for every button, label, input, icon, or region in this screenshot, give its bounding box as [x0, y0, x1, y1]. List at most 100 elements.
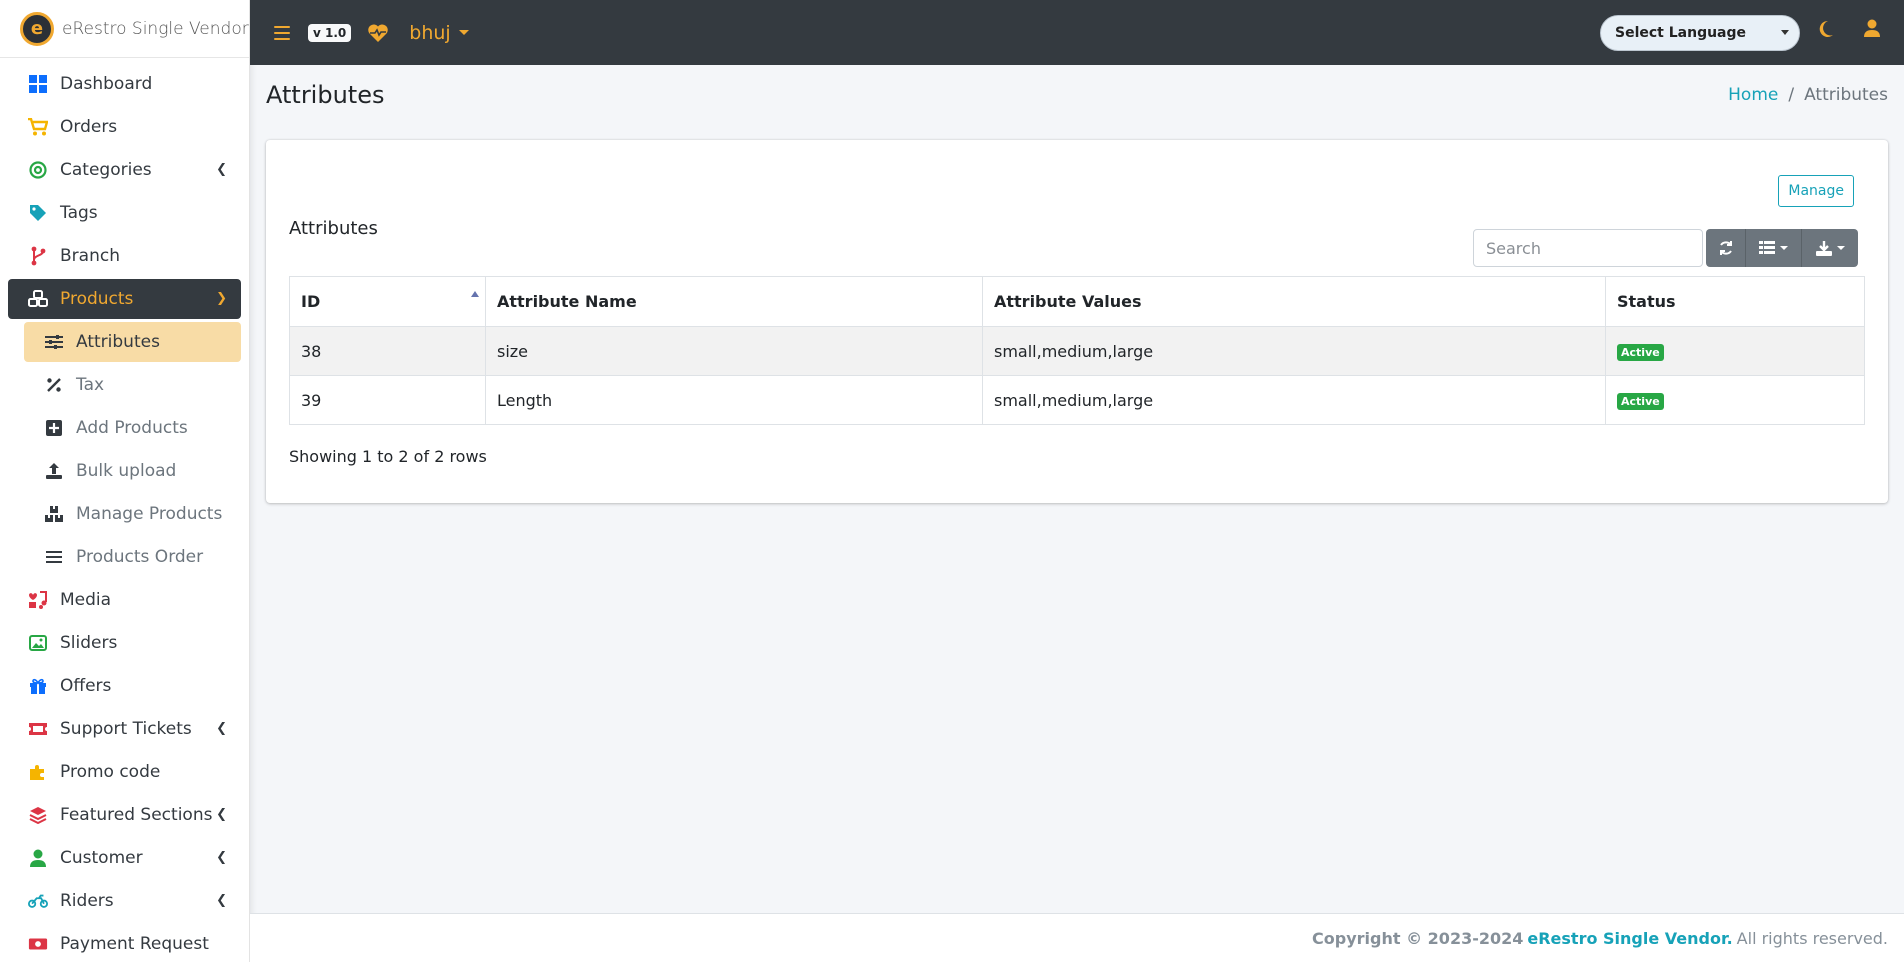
footer-copyright: Copyright © 2023-2024 — [1312, 928, 1524, 948]
sidebar-subitem-label: Bulk upload — [76, 461, 177, 481]
media-icon — [28, 590, 48, 610]
brand-logo: e — [20, 11, 54, 46]
breadcrumb: Home / Attributes — [1728, 85, 1888, 105]
cell-status: Active — [1605, 326, 1865, 376]
upload-icon — [44, 461, 64, 481]
column-header-attribute-values[interactable]: Attribute Values — [982, 276, 1606, 327]
sidebar-item-label: Payment Request — [60, 934, 209, 954]
sidebar-item-label: Customer — [60, 848, 143, 868]
page-header: Attributes Home / Attributes — [250, 65, 1904, 125]
plus-square-icon — [44, 418, 64, 438]
download-icon — [1815, 241, 1832, 256]
manage-button[interactable]: Manage — [1778, 175, 1854, 207]
column-header-label: Status — [1617, 292, 1676, 311]
breadcrumb-separator: / — [1788, 85, 1795, 105]
refresh-button[interactable] — [1706, 229, 1746, 267]
dashboard-icon — [28, 74, 48, 94]
sidebar-subitem-products-order[interactable]: Products Order — [24, 537, 241, 577]
heartbeat-icon[interactable] — [367, 23, 389, 43]
sidebar-item-orders[interactable]: Orders — [8, 107, 241, 147]
sidebar-item-tags[interactable]: Tags — [8, 193, 241, 233]
sidebar-item-sliders[interactable]: Sliders — [8, 623, 241, 663]
sidebar-item-featured-sections[interactable]: Featured Sections ❮ — [8, 795, 241, 835]
export-button[interactable] — [1802, 229, 1858, 267]
sidebar-item-label: Promo code — [60, 762, 161, 782]
percent-icon — [44, 375, 64, 395]
refresh-icon — [1719, 241, 1732, 255]
sort-asc-icon — [471, 291, 479, 297]
sidebar-item-payment-request[interactable]: Payment Request — [8, 924, 241, 962]
breadcrumb-home-link[interactable]: Home — [1728, 85, 1778, 105]
card-title: Attributes — [289, 218, 378, 239]
sidebar-item-label: Featured Sections — [60, 805, 213, 825]
table-row[interactable]: 38 size small,medium,large Active — [289, 326, 1865, 376]
sidebar-item-products[interactable]: Products ❯ — [8, 279, 241, 319]
language-select-label: Select Language — [1615, 25, 1747, 41]
column-header-status[interactable]: Status — [1605, 276, 1865, 327]
user-profile-icon[interactable] — [1864, 19, 1880, 41]
cell-attribute-name: size — [485, 326, 983, 376]
sidebar-subitem-label: Products Order — [76, 547, 204, 567]
sidebar-subitem-label: Tax — [76, 375, 105, 395]
sidebar-item-riders[interactable]: Riders ❮ — [8, 881, 241, 921]
caret-down-icon — [1780, 246, 1788, 250]
footer: Copyright © 2023-2024 eRestro Single Ven… — [250, 913, 1904, 962]
breadcrumb-current: Attributes — [1804, 85, 1888, 105]
sidebar-item-promo-code[interactable]: Promo code — [8, 752, 241, 792]
money-icon — [28, 934, 48, 954]
language-select[interactable]: Select Language — [1600, 15, 1800, 51]
sidebar-item-label: Dashboard — [60, 74, 153, 94]
sidebar-subitem-label: Add Products — [76, 418, 188, 438]
column-header-label: ID — [301, 292, 321, 311]
image-icon — [28, 633, 48, 653]
hamburger-menu-icon[interactable] — [274, 25, 290, 40]
sidebar-subitem-tax[interactable]: Tax — [24, 365, 241, 405]
bullseye-icon — [28, 160, 48, 180]
sidebar-item-label: Media — [60, 590, 112, 610]
caret-down-icon — [1836, 246, 1845, 250]
column-header-label: Attribute Name — [497, 292, 637, 311]
column-header-attribute-name[interactable]: Attribute Name — [485, 276, 983, 327]
table-row[interactable]: 39 Length small,medium,large Active — [289, 375, 1865, 425]
sidebar-item-media[interactable]: Media — [8, 580, 241, 620]
cell-id: 39 — [289, 375, 486, 425]
footer-brand-link[interactable]: eRestro Single Vendor. — [1527, 929, 1732, 948]
footer-rights: All rights reserved. — [1736, 928, 1888, 948]
page-title: Attributes — [266, 81, 385, 109]
cart-icon — [28, 117, 48, 137]
sidebar-item-categories[interactable]: Categories ❮ — [8, 150, 241, 190]
chevron-left-icon: ❮ — [216, 850, 227, 865]
sidebar-subitem-add-products[interactable]: Add Products — [24, 408, 241, 448]
sidebar-subitem-manage-products[interactable]: Manage Products — [24, 494, 241, 534]
sidebar-item-dashboard[interactable]: Dashboard — [8, 64, 241, 104]
branch-dropdown[interactable]: bhuj — [409, 21, 469, 44]
sidebar-item-label: Orders — [60, 117, 118, 137]
moon-icon[interactable] — [1818, 20, 1834, 42]
chevron-left-icon: ❮ — [216, 721, 227, 736]
boxes-icon — [44, 504, 64, 524]
column-header-label: Attribute Values — [994, 292, 1142, 311]
attributes-card: Manage Attributes Search ID Attribute Na… — [266, 140, 1888, 503]
sidebar-item-offers[interactable]: Offers — [8, 666, 241, 706]
sidebar-subitem-label: Attributes — [76, 332, 160, 352]
sidebar-item-customer[interactable]: Customer ❮ — [8, 838, 241, 878]
column-header-id[interactable]: ID — [289, 276, 486, 327]
search-input[interactable]: Search — [1473, 229, 1703, 267]
sidebar-subitem-attributes[interactable]: Attributes — [24, 322, 241, 362]
sidebar-item-branch[interactable]: Branch — [8, 236, 241, 276]
topbar: v 1.0 bhuj Select Language — [250, 0, 1904, 65]
sidebar-item-support-tickets[interactable]: Support Tickets ❮ — [8, 709, 241, 749]
chevron-down-icon: ❯ — [216, 291, 227, 306]
columns-toggle-button[interactable] — [1746, 229, 1802, 267]
main-content: Attributes Home / Attributes Manage Attr… — [250, 65, 1904, 503]
branch-name: bhuj — [409, 21, 451, 44]
status-badge: Active — [1617, 393, 1664, 410]
cubes-icon — [28, 289, 48, 309]
puzzle-icon — [28, 762, 48, 782]
cell-status: Active — [1605, 375, 1865, 425]
table-toolbar — [1706, 229, 1858, 267]
sidebar-subitem-bulk-upload[interactable]: Bulk upload — [24, 451, 241, 491]
brand[interactable]: e eRestro Single Vendor — [0, 0, 249, 58]
pagination-info: Showing 1 to 2 of 2 rows — [289, 447, 487, 466]
cell-attribute-values: small,medium,large — [982, 326, 1606, 376]
